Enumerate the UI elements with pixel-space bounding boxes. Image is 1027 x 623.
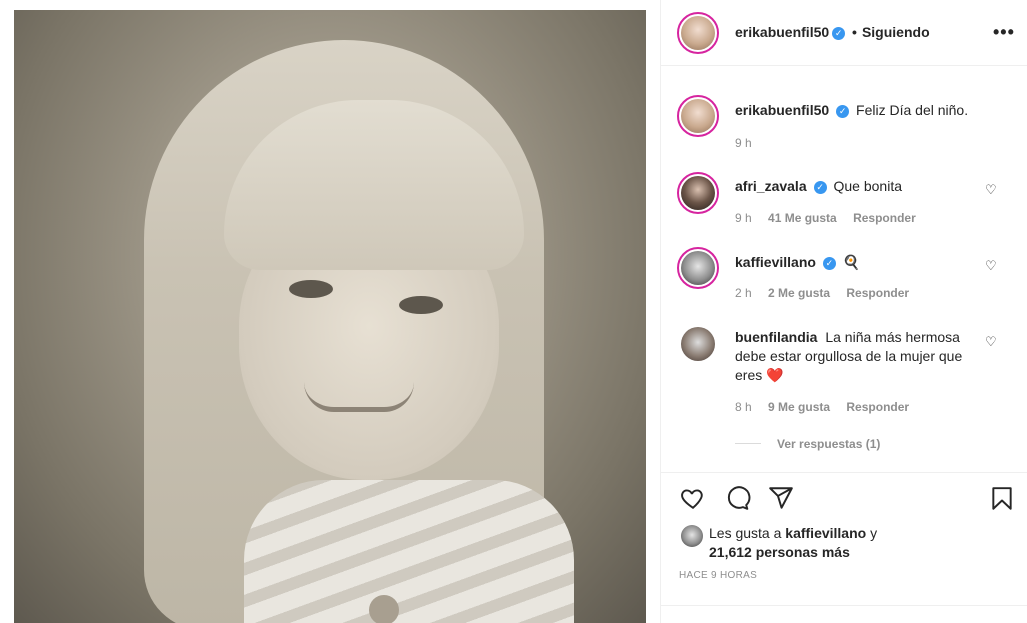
comment-avatar-image — [681, 176, 715, 210]
comment-likes[interactable]: 9 Me gusta — [768, 400, 830, 414]
reply-button[interactable]: Responder — [846, 286, 909, 300]
header-user: erikabuenfil50 ✓ • Siguiendo — [735, 24, 930, 40]
likes-count[interactable]: 21,612 personas más — [709, 544, 850, 560]
add-comment-row[interactable] — [661, 605, 1027, 623]
post-sidebar: erikabuenfil50 ✓ • Siguiendo ••• erikabuen… — [660, 0, 1027, 623]
verified-badge-icon: ✓ — [836, 105, 850, 118]
comment-avatar[interactable] — [677, 172, 719, 214]
post-actions: Les gusta a kaffievillano y 21,612 perso… — [661, 472, 1027, 623]
caption-body: Feliz Día del niño. — [856, 102, 969, 118]
comment-avatar[interactable] — [681, 327, 715, 361]
separator: • — [852, 24, 857, 40]
comment-time[interactable]: 2 h — [735, 286, 752, 300]
comment-body: Que bonita — [833, 178, 903, 194]
caption-username[interactable]: erikabuenfil50 — [735, 102, 829, 118]
comments-list: erikabuenfil50 ✓ Feliz Día del niño. 9 h … — [661, 67, 1027, 472]
comment-icon[interactable] — [723, 485, 751, 511]
photo-eye-right — [399, 296, 443, 314]
avatar[interactable] — [677, 12, 719, 54]
follow-status-button[interactable]: Siguiendo — [862, 24, 930, 40]
reply-button[interactable]: Responder — [853, 211, 916, 225]
likes-summary: Les gusta a kaffievillano y 21,612 perso… — [709, 524, 877, 562]
comment-text: buenfilandia La niña más hermosa debe es… — [735, 328, 975, 385]
author-username[interactable]: erikabuenfil50 — [735, 24, 829, 40]
heart-icon[interactable] — [679, 485, 707, 511]
comment-like-heart-icon[interactable]: ♡ — [985, 258, 997, 274]
comment-like-heart-icon[interactable]: ♡ — [985, 182, 997, 198]
verified-badge-icon: ✓ — [813, 181, 827, 194]
verified-badge-icon: ✓ — [832, 27, 846, 40]
comment-text: afri_zavala ✓ Que bonita — [735, 177, 975, 196]
replies-divider — [735, 443, 761, 444]
bookmark-icon[interactable] — [989, 485, 1015, 513]
comment-time[interactable]: 9 h — [735, 211, 752, 225]
comment-username[interactable]: afri_zavala — [735, 178, 807, 194]
caption-avatar-image — [681, 99, 715, 133]
caption-time[interactable]: 9 h — [735, 136, 752, 150]
caption-meta: 9 h — [735, 136, 765, 150]
view-replies-button[interactable]: Ver respuestas (1) — [735, 437, 880, 451]
more-options-icon[interactable]: ••• — [993, 22, 1015, 43]
likes-user[interactable]: kaffievillano — [785, 525, 866, 541]
comment-meta: 9 h 41 Me gusta Responder — [735, 211, 929, 225]
comment-avatar[interactable] — [677, 247, 719, 289]
reply-button[interactable]: Responder — [846, 400, 909, 414]
photo-mouth — [304, 382, 414, 412]
post-header: erikabuenfil50 ✓ • Siguiendo ••• — [661, 0, 1027, 66]
liker-avatar[interactable] — [681, 525, 703, 547]
comment-text: kaffievillano ✓ 🍳 — [735, 253, 975, 272]
post-image-pane — [0, 0, 660, 623]
comment-meta: 8 h 9 Me gusta Responder — [735, 400, 922, 414]
photo-eye-left — [289, 280, 333, 298]
caption-text: erikabuenfil50 ✓ Feliz Día del niño. — [735, 101, 975, 120]
post-photo[interactable] — [14, 10, 646, 623]
photo-collar — [244, 480, 574, 623]
verified-badge-icon: ✓ — [822, 257, 836, 270]
view-replies-label: Ver respuestas (1) — [777, 437, 881, 451]
comment-avatar-image — [681, 251, 715, 285]
comment-username[interactable]: kaffievillano — [735, 254, 816, 270]
photo-button — [369, 595, 399, 623]
comment-time[interactable]: 8 h — [735, 400, 752, 414]
comment-username[interactable]: buenfilandia — [735, 329, 817, 345]
likes-prefix: Les gusta a — [709, 525, 782, 541]
share-icon[interactable] — [767, 485, 795, 511]
comment-like-heart-icon[interactable]: ♡ — [985, 334, 997, 350]
likes-middle: y — [870, 525, 878, 541]
comment-meta: 2 h 2 Me gusta Responder — [735, 286, 922, 300]
post-timestamp[interactable]: HACE 9 HORAS — [679, 570, 757, 581]
comment-likes[interactable]: 2 Me gusta — [768, 286, 830, 300]
author-avatar-image — [681, 16, 715, 50]
comment-body: 🍳 — [842, 254, 861, 270]
comment-likes[interactable]: 41 Me gusta — [768, 211, 837, 225]
caption-avatar[interactable] — [677, 95, 719, 137]
